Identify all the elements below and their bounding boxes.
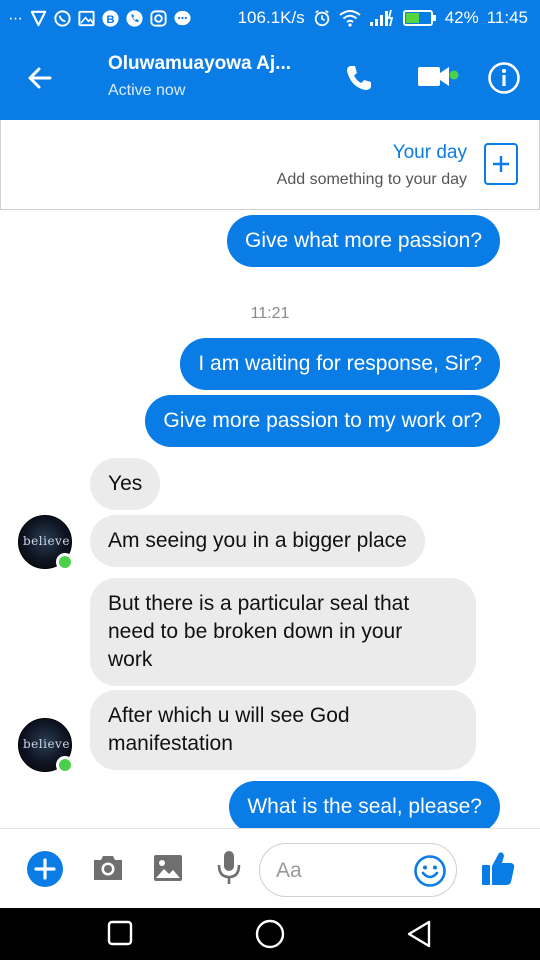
info-icon[interactable] (487, 61, 521, 95)
home-icon[interactable] (255, 919, 285, 949)
message-composer (0, 828, 540, 908)
message-outgoing[interactable]: What is the seal, please? (229, 781, 500, 833)
svg-text:B: B (106, 13, 114, 25)
alarm-icon (314, 10, 329, 27)
presence-status: Active now (108, 82, 186, 99)
avatar-logo-text: believe (23, 534, 70, 548)
vpn-icon (30, 10, 47, 26)
conversation-header: Oluwamuayowa Aj... Active now (0, 36, 540, 120)
gallery-icon[interactable] (153, 853, 183, 883)
back-arrow-icon[interactable] (24, 62, 56, 94)
video-call-icon[interactable] (416, 62, 460, 92)
gallery-icon (78, 10, 95, 26)
system-navigation-bar (0, 908, 540, 960)
message-outgoing[interactable]: Give what more passion? (227, 215, 500, 267)
status-notification-icons: ··· B (8, 8, 192, 28)
message-line: work (108, 648, 153, 671)
thumbs-up-icon[interactable] (480, 849, 516, 887)
back-nav-icon[interactable] (406, 920, 432, 948)
status-system-area: 106.1K/s 42% 11:45 (238, 8, 528, 28)
avatar-logo-text: believe (23, 737, 70, 751)
signal-icon (369, 9, 393, 27)
message-incoming[interactable]: Am seeing you in a bigger place (90, 515, 425, 567)
message-input-box[interactable] (259, 843, 457, 897)
voice-call-icon[interactable] (343, 62, 375, 94)
contact-name[interactable]: Oluwamuayowa Aj... (108, 53, 291, 75)
message-line: After which u will see God (108, 704, 350, 727)
your-day-subtitle: Add something to your day (276, 171, 467, 188)
contact-avatar[interactable]: believe (18, 515, 74, 571)
message-line: manifestation (108, 732, 233, 755)
microphone-icon[interactable] (216, 849, 242, 887)
message-incoming[interactable]: Yes (90, 458, 161, 510)
message-outgoing[interactable]: I am waiting for response, Sir? (180, 338, 500, 390)
your-day-banner[interactable]: Your day Add something to your day (0, 120, 540, 210)
your-day-title: Your day (392, 142, 467, 163)
add-more-icon[interactable] (26, 850, 64, 888)
online-indicator (56, 553, 74, 571)
recent-apps-icon[interactable] (107, 920, 133, 946)
network-speed: 106.1K/s (237, 8, 305, 27)
message-outgoing[interactable]: Give more passion to my work or? (145, 395, 500, 447)
battery-percent: 42% (444, 8, 479, 27)
online-indicator (56, 756, 74, 774)
instagram-icon (150, 9, 167, 27)
clock-time: 11:45 (486, 8, 528, 27)
message-line: need to be broken down in your (108, 620, 403, 643)
wifi-icon (339, 10, 361, 27)
battery-icon (402, 10, 436, 26)
more-notifications-indicator: ··· (8, 8, 23, 27)
plus-icon (493, 156, 509, 172)
message-line: But there is a particular seal that (108, 592, 410, 615)
b-icon: B (102, 9, 119, 27)
emoji-icon[interactable] (413, 854, 447, 888)
add-to-day-button[interactable] (484, 143, 518, 185)
message-incoming[interactable]: After which u will see God manifestation (90, 690, 476, 770)
status-bar: ··· B 106.1K/s 42% 11:45 (0, 0, 540, 36)
contact-avatar[interactable]: believe (18, 718, 74, 774)
call-icon (126, 9, 143, 27)
messenger-icon (174, 10, 191, 25)
whatsapp-icon (54, 9, 71, 27)
camera-icon[interactable] (91, 853, 125, 883)
message-incoming[interactable]: But there is a particular seal that need… (90, 578, 476, 686)
timestamp-divider: 11:21 (250, 305, 290, 322)
message-input[interactable] (276, 856, 416, 886)
